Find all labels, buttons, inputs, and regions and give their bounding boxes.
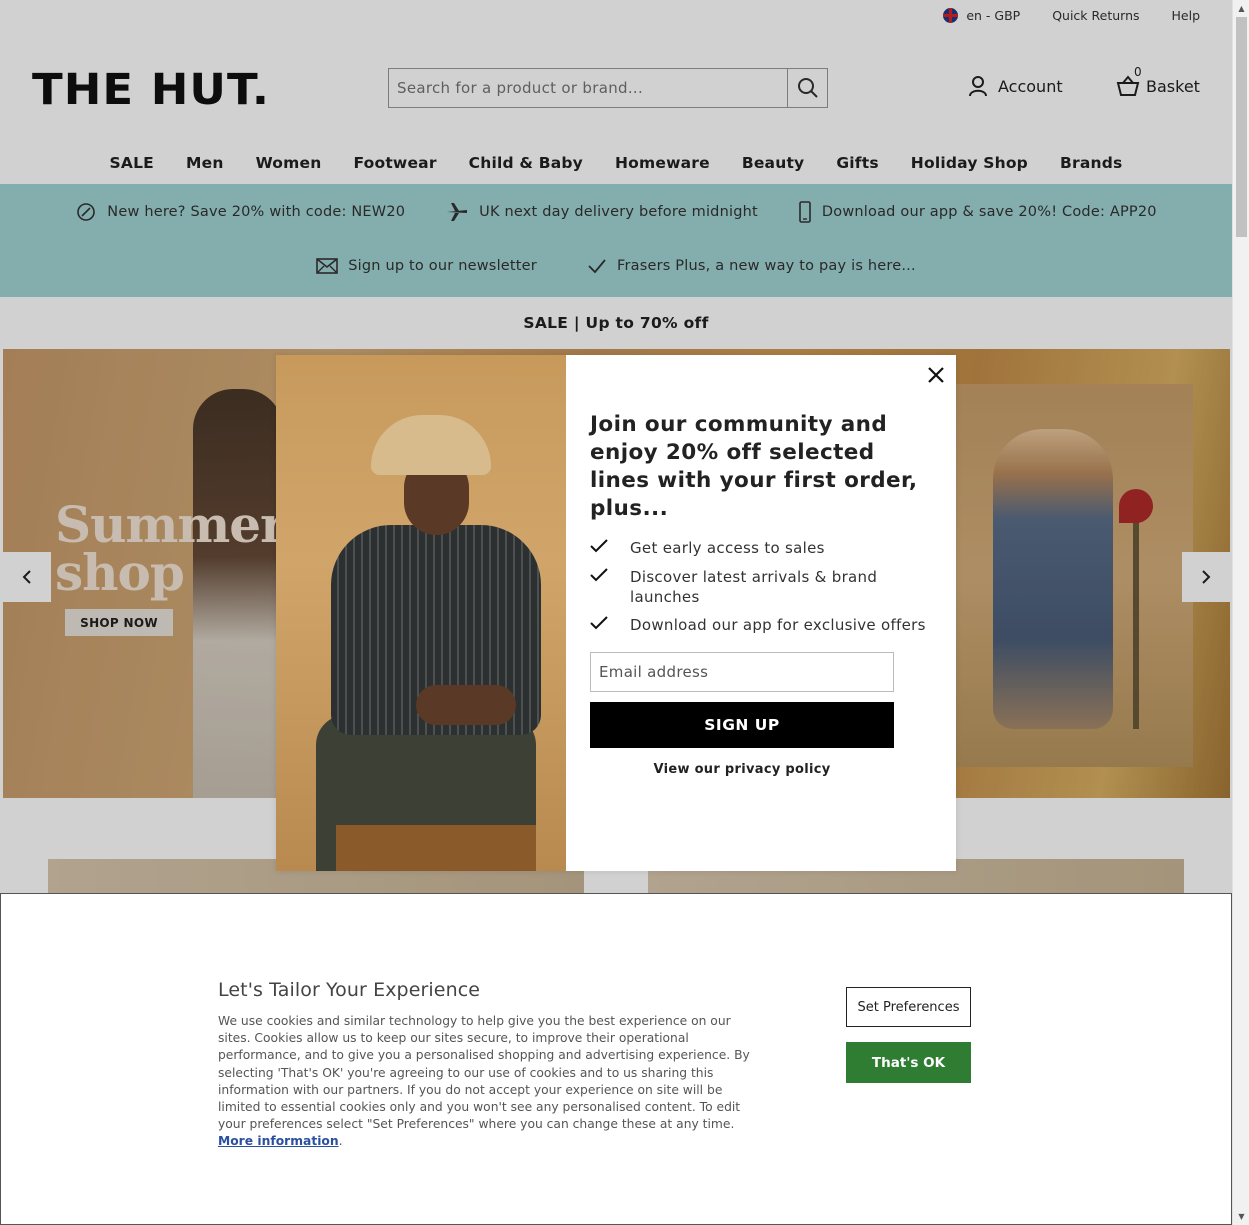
accept-cookies-button[interactable]: That's OK	[846, 1042, 971, 1083]
benefit-text: Get early access to sales	[630, 539, 825, 557]
signup-button[interactable]: SIGN UP	[590, 702, 894, 748]
scroll-up-icon[interactable]: ▲	[1233, 0, 1249, 17]
page: en - GBP Quick Returns Help THE HUT. Acc…	[0, 0, 1232, 1225]
signup-modal: Join our community and enjoy 20% off sel…	[276, 355, 956, 871]
close-button[interactable]	[922, 361, 950, 389]
modal-title: Join our community and enjoy 20% off sel…	[590, 412, 918, 521]
cookie-text: We use cookies and similar technology to…	[218, 1014, 750, 1149]
more-information-link[interactable]: More information	[218, 1134, 339, 1148]
benefits-list: Get early access to sales Discover lates…	[590, 538, 932, 636]
modal-image	[276, 355, 566, 871]
scroll-thumb[interactable]	[1236, 17, 1247, 237]
benefit-item: Discover latest arrivals & brand launche…	[590, 567, 932, 607]
model-hands	[416, 685, 516, 725]
privacy-policy-link[interactable]: View our privacy policy	[590, 762, 894, 777]
check-icon	[590, 567, 610, 607]
model-cap	[371, 415, 491, 475]
cookie-banner: Let's Tailor Your Experience We use cook…	[0, 893, 1232, 1225]
close-icon	[928, 367, 944, 383]
scrollbar[interactable]: ▲ ▼	[1232, 0, 1249, 1225]
check-icon	[590, 538, 610, 559]
scroll-down-icon[interactable]: ▼	[1233, 1208, 1249, 1225]
benefit-item: Download our app for exclusive offers	[590, 615, 932, 636]
cookie-body: We use cookies and similar technology to…	[218, 1014, 750, 1132]
benefit-text: Download our app for exclusive offers	[630, 616, 926, 634]
benefit-item: Get early access to sales	[590, 538, 932, 559]
benefit-text: Discover latest arrivals & brand launche…	[630, 568, 878, 606]
modal-body: Join our community and enjoy 20% off sel…	[566, 355, 956, 871]
cookie-title: Let's Tailor Your Experience	[218, 979, 481, 1001]
set-preferences-button[interactable]: Set Preferences	[846, 987, 971, 1027]
check-icon	[590, 615, 610, 636]
email-field[interactable]: Email address	[590, 652, 894, 692]
model-chair	[336, 825, 536, 871]
